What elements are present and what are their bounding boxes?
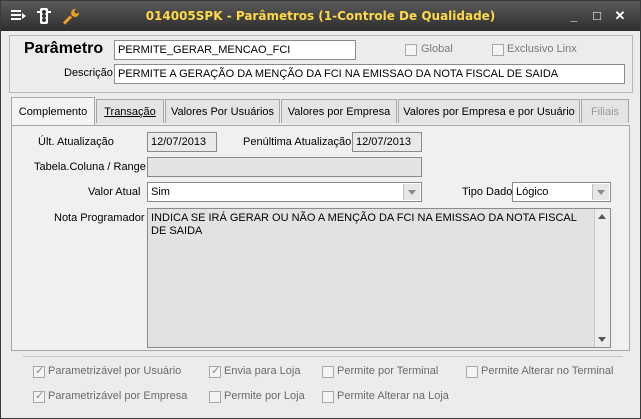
memo-scrollbar[interactable] (594, 209, 610, 347)
minimize-button[interactable]: _ (566, 8, 582, 24)
complemento-panel: Últ. Atualização 12/07/2013 Penúltima At… (11, 125, 630, 351)
parameter-header: Parâmetro PERMITE_GERAR_MENCAO_FCI Globa… (9, 35, 633, 93)
permite-alterar-terminal-checkbox[interactable] (466, 366, 478, 378)
permite-alterar-terminal-label: Permite Alterar no Terminal (481, 365, 614, 377)
tabela-coluna-field[interactable] (147, 157, 422, 177)
valor-atual-label: Valor Atual (88, 186, 141, 198)
tipo-dado-value: Lógico (516, 186, 549, 198)
title-bar[interactable]: 014005SPK - Parâmetros (1-Controle De Qu… (1, 1, 640, 31)
nota-programador-memo[interactable]: INDICA SE IRÁ GERAR OU NÃO A MENÇÃO DA F… (147, 208, 611, 348)
penultima-atualizacao-label: Penúltima Atualização (243, 136, 352, 148)
parametrizavel-empresa-checkbox[interactable] (33, 389, 45, 403)
tab-complemento[interactable]: Complemento (11, 97, 95, 125)
parametro-input[interactable]: PERMITE_GERAR_MENCAO_FCI (114, 40, 356, 60)
scroll-down-icon[interactable] (598, 337, 606, 342)
parametrizavel-usuario-checkbox[interactable] (33, 364, 45, 378)
maximize-button[interactable]: □ (589, 8, 605, 24)
chevron-down-icon[interactable] (592, 184, 609, 200)
parametrizavel-usuario-label: Parametrizável por Usuário (48, 365, 182, 377)
penultima-atualizacao-field: 12/07/2013 (352, 132, 422, 152)
ult-atualizacao-label: Últ. Atualização (38, 136, 114, 148)
parametrizavel-empresa-label: Parametrizável por Empresa (48, 390, 188, 402)
permite-terminal-label: Permite por Terminal (337, 365, 439, 377)
exclusivo-linx-label: Exclusivo Linx (507, 43, 577, 55)
envia-loja-checkbox[interactable] (209, 364, 221, 378)
envia-loja-label: Envia para Loja (224, 365, 301, 377)
scroll-up-icon[interactable] (598, 214, 606, 219)
close-button[interactable]: ✕ (612, 8, 628, 24)
valor-atual-value: Sim (151, 186, 170, 198)
tab-valores-por-empresa[interactable]: Valores por Empresa (281, 99, 397, 123)
permite-alterar-loja-checkbox[interactable] (322, 391, 334, 403)
nota-programador-text: INDICA SE IRÁ GERAR OU NÃO A MENÇÃO DA F… (151, 212, 577, 237)
parametros-window: 014005SPK - Parâmetros (1-Controle De Qu… (0, 0, 641, 419)
nota-programador-label: Nota Programador (54, 212, 145, 224)
parametro-label: Parâmetro (24, 40, 104, 57)
tipo-dado-select[interactable]: Lógico (512, 182, 611, 202)
tab-valores-por-empresa-e-usuario[interactable]: Valores por Empresa e por Usuário (398, 99, 580, 123)
permite-loja-checkbox[interactable] (209, 391, 221, 403)
tab-valores-por-usuarios[interactable]: Valores Por Usuários (165, 99, 280, 123)
window-title: 014005SPK - Parâmetros (1-Controle De Qu… (145, 9, 496, 23)
tipo-dado-label: Tipo Dado (462, 186, 513, 198)
options-area: Parametrizável por Usuário Envia para Lo… (23, 356, 623, 412)
valor-atual-select[interactable]: Sim (147, 182, 422, 202)
exclusivo-linx-checkbox[interactable] (492, 44, 504, 56)
permite-terminal-checkbox[interactable] (322, 366, 334, 378)
ult-atualizacao-field: 12/07/2013 (147, 132, 217, 152)
tab-filiais[interactable]: Filiais (581, 99, 629, 123)
chevron-down-icon[interactable] (403, 184, 420, 200)
tab-transacao[interactable]: Transação (96, 99, 164, 123)
descricao-input[interactable]: PERMITE A GERAÇÃO DA MENÇÃO DA FCI NA EM… (114, 64, 625, 84)
permite-alterar-loja-label: Permite Alterar na Loja (337, 390, 449, 402)
global-label: Global (421, 43, 453, 55)
global-checkbox[interactable] (405, 44, 417, 56)
permite-loja-label: Permite por Loja (224, 390, 305, 402)
tabela-coluna-label: Tabela.Coluna / Range (34, 161, 146, 173)
descricao-label: Descrição (64, 67, 113, 79)
